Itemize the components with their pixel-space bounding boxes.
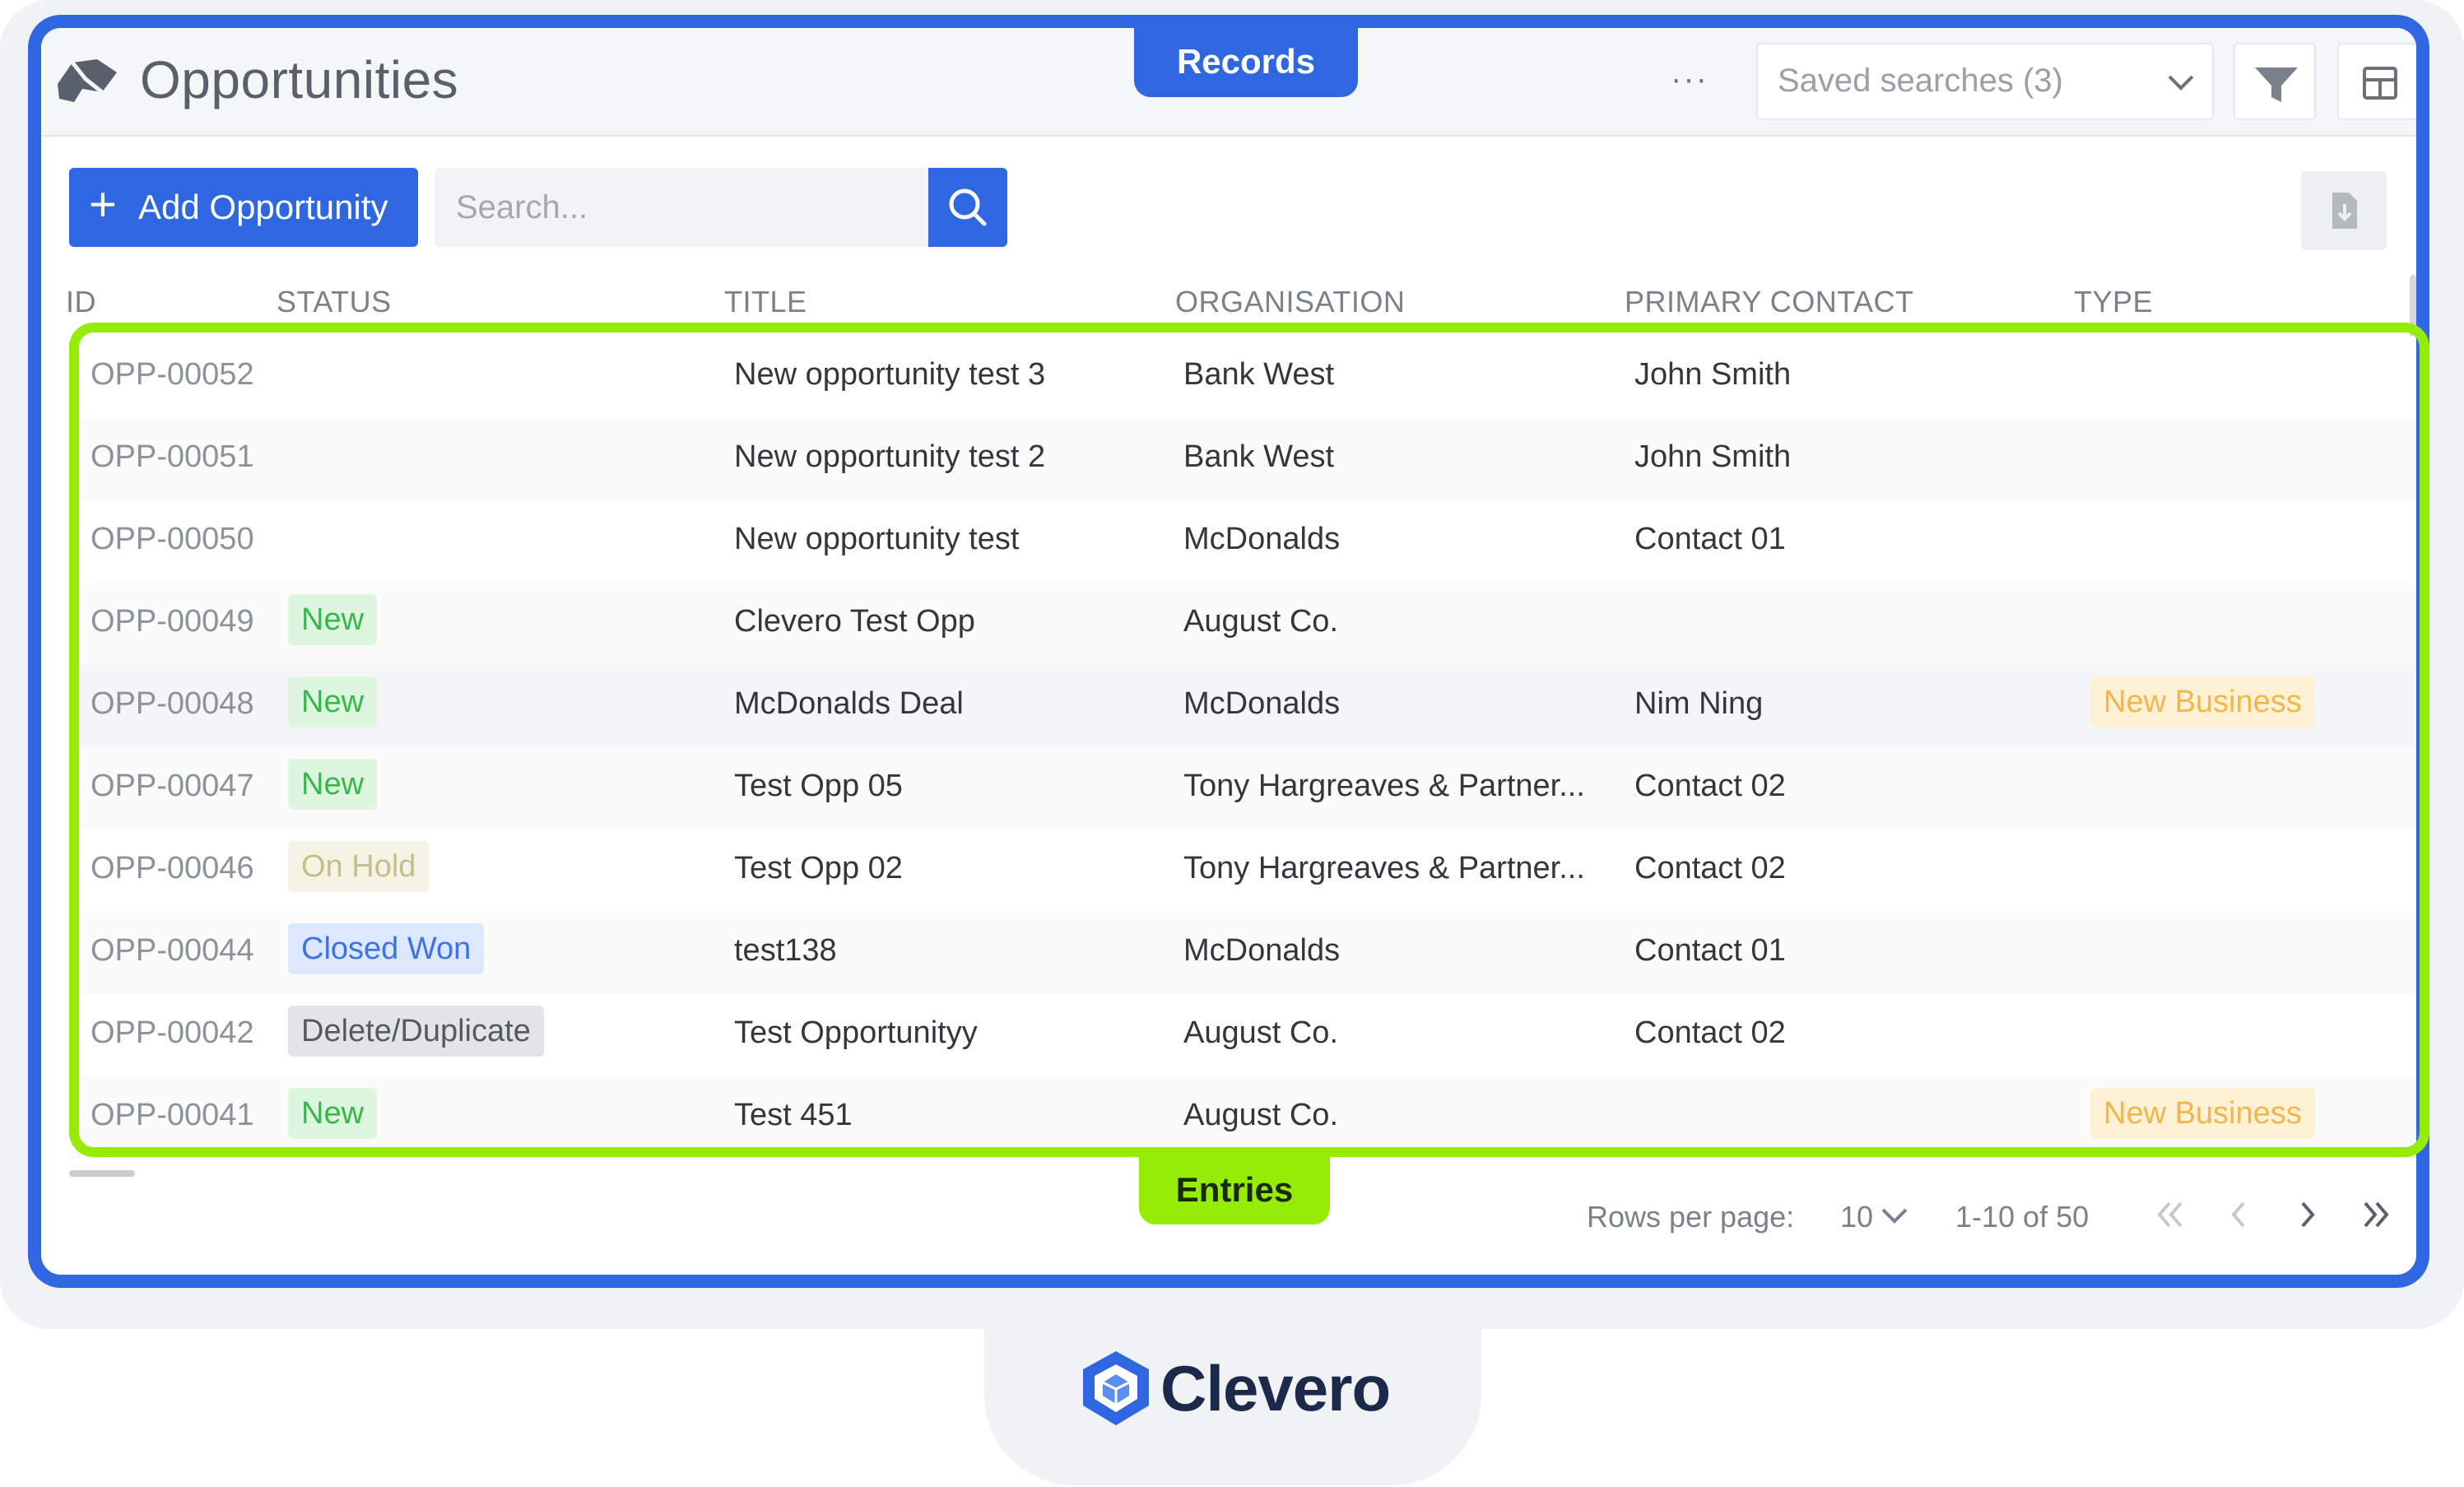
table-row[interactable]: OPP-00047 New Test Opp 05 Tony Hargreaves &… — [69, 747, 2416, 829]
type-badge: New Business — [2090, 676, 2315, 727]
last-page-icon[interactable] — [2352, 1190, 2401, 1239]
download-file-icon — [2332, 193, 2357, 229]
cell-title: Test Opp 02 — [734, 851, 903, 885]
cell-primary-contact: Contact 02 — [1634, 1015, 1786, 1050]
table-row[interactable]: OPP-00050 New opportunity test McDonalds Co… — [69, 500, 2416, 583]
cell-primary-contact: Contact 02 — [1634, 769, 1786, 803]
column-primary-contact[interactable]: PRIMARY CONTACT — [1625, 285, 1914, 319]
table-row[interactable]: OPP-00044 Closed Won test138 McDonalds Conta… — [69, 912, 2416, 994]
cell-id: OPP-00051 — [91, 439, 254, 474]
status-badge: New — [288, 1088, 378, 1139]
page-range: 1-10 of 50 — [1955, 1200, 2090, 1234]
opportunities-app-icon — [58, 59, 117, 102]
cell-id: OPP-00047 — [91, 769, 254, 803]
search-button[interactable] — [928, 168, 1007, 247]
first-page-icon[interactable] — [2145, 1190, 2194, 1239]
column-status[interactable]: STATUS — [277, 285, 392, 319]
cell-title: Test Opportunityy — [734, 1015, 978, 1050]
cell-id: OPP-00042 — [91, 1015, 254, 1050]
column-type[interactable]: TYPE — [2074, 285, 2153, 319]
cell-primary-contact: Contact 01 — [1634, 933, 1786, 968]
status-badge: New — [288, 594, 378, 645]
status-badge: Closed Won — [288, 923, 485, 974]
table-row[interactable]: OPP-00046 On Hold Test Opp 02 Tony Hargreav… — [69, 829, 2416, 912]
table-row[interactable]: OPP-00052 New opportunity test 3 Bank West… — [69, 336, 2416, 418]
status-badge: On Hold — [288, 841, 430, 892]
search-icon — [949, 188, 987, 226]
horizontal-scrollbar[interactable] — [69, 1170, 135, 1177]
status-badge: New — [288, 676, 378, 727]
table-layout-button[interactable] — [2337, 43, 2416, 120]
add-opportunity-label: Add Opportunity — [138, 188, 388, 226]
rows-per-page-label: Rows per page: — [1587, 1200, 1795, 1234]
table-row[interactable]: OPP-00048 New McDonalds Deal McDonalds Nim N… — [69, 665, 2416, 747]
cell-id: OPP-00052 — [91, 357, 254, 392]
cell-id: OPP-00048 — [91, 686, 254, 721]
export-button[interactable] — [2301, 171, 2387, 250]
chevron-down-icon — [2168, 75, 2194, 91]
cell-id: OPP-00046 — [91, 851, 254, 885]
status-badge: New — [288, 759, 378, 810]
cell-organisation: Bank West — [1183, 439, 1335, 474]
clevero-logo-icon — [1083, 1351, 1149, 1425]
cell-organisation: McDonalds — [1183, 686, 1341, 721]
saved-searches-label: Saved searches (3) — [1778, 63, 2063, 99]
table-row[interactable]: OPP-00049 New Clevero Test Opp August Co. — [69, 583, 2416, 665]
cell-id: OPP-00044 — [91, 933, 254, 968]
entries-pill: Entries — [1139, 1155, 1330, 1224]
cell-organisation: McDonalds — [1183, 933, 1341, 968]
cell-organisation: August Co. — [1183, 604, 1338, 639]
cell-title: New opportunity test — [734, 522, 1020, 556]
column-title[interactable]: TITLE — [724, 285, 807, 319]
records-pill: Records — [1134, 28, 1358, 97]
table-header: ID STATUS TITLE ORGANISATION PRIMARY CON… — [41, 275, 2416, 324]
cell-id: OPP-00041 — [91, 1098, 254, 1132]
vertical-scrollbar[interactable] — [2410, 275, 2416, 341]
filter-button[interactable] — [2234, 43, 2316, 120]
rows-per-page-chevron-icon[interactable] — [1870, 1190, 1919, 1239]
add-opportunity-button[interactable]: + Add Opportunity — [69, 168, 418, 247]
cell-organisation: Tony Hargreaves & Partner... — [1183, 851, 1585, 885]
cell-title: Clevero Test Opp — [734, 604, 975, 639]
plus-icon: + — [89, 178, 117, 231]
cell-title: New opportunity test 2 — [734, 439, 1046, 474]
rows-per-page-select[interactable]: 10 — [1840, 1200, 1873, 1234]
cell-title: Test 451 — [734, 1098, 853, 1132]
cell-title: McDonalds Deal — [734, 686, 964, 721]
cell-id: OPP-00050 — [91, 522, 254, 556]
column-organisation[interactable]: ORGANISATION — [1175, 285, 1405, 319]
table-row[interactable]: OPP-00051 New opportunity test 2 Bank West… — [69, 418, 2416, 500]
page-title: Opportunities — [140, 50, 459, 109]
cell-primary-contact: Nim Ning — [1634, 686, 1764, 721]
cell-title: New opportunity test 3 — [734, 357, 1046, 392]
cell-organisation: McDonalds — [1183, 522, 1341, 556]
status-badge: Delete/Duplicate — [288, 1006, 544, 1057]
cell-primary-contact: Contact 02 — [1634, 851, 1786, 885]
cell-primary-contact: John Smith — [1634, 357, 1792, 392]
brand-name: Clevero — [1160, 1352, 1391, 1424]
cell-organisation: Tony Hargreaves & Partner... — [1183, 769, 1585, 803]
cell-organisation: Bank West — [1183, 357, 1335, 392]
cell-primary-contact: John Smith — [1634, 439, 1792, 474]
saved-searches-select[interactable]: Saved searches (3) — [1756, 43, 2214, 120]
column-id[interactable]: ID — [66, 285, 96, 319]
cell-primary-contact: Contact 01 — [1634, 522, 1786, 556]
search-input[interactable] — [435, 168, 928, 247]
next-page-icon[interactable] — [2283, 1190, 2332, 1239]
records-frame: Opportunities ··· Saved searches (3) + A… — [28, 15, 2429, 1288]
cell-organisation: August Co. — [1183, 1015, 1338, 1050]
filter-icon — [2255, 67, 2298, 102]
cell-id: OPP-00049 — [91, 604, 254, 639]
cell-organisation: August Co. — [1183, 1098, 1338, 1132]
type-badge: New Business — [2090, 1088, 2315, 1139]
table-row[interactable]: OPP-00042 Delete/Duplicate Test Opportunit… — [69, 994, 2416, 1076]
cell-title: test138 — [734, 933, 837, 968]
table-layout-icon — [2363, 67, 2397, 100]
table-row[interactable]: OPP-00041 New Test 451 August Co. New Busine… — [69, 1076, 2416, 1159]
more-options-button[interactable]: ··· — [1671, 61, 1709, 98]
cell-title: Test Opp 05 — [734, 769, 903, 803]
brand-logo: Clevero — [1075, 1346, 1404, 1445]
previous-page-icon[interactable] — [2214, 1190, 2263, 1239]
